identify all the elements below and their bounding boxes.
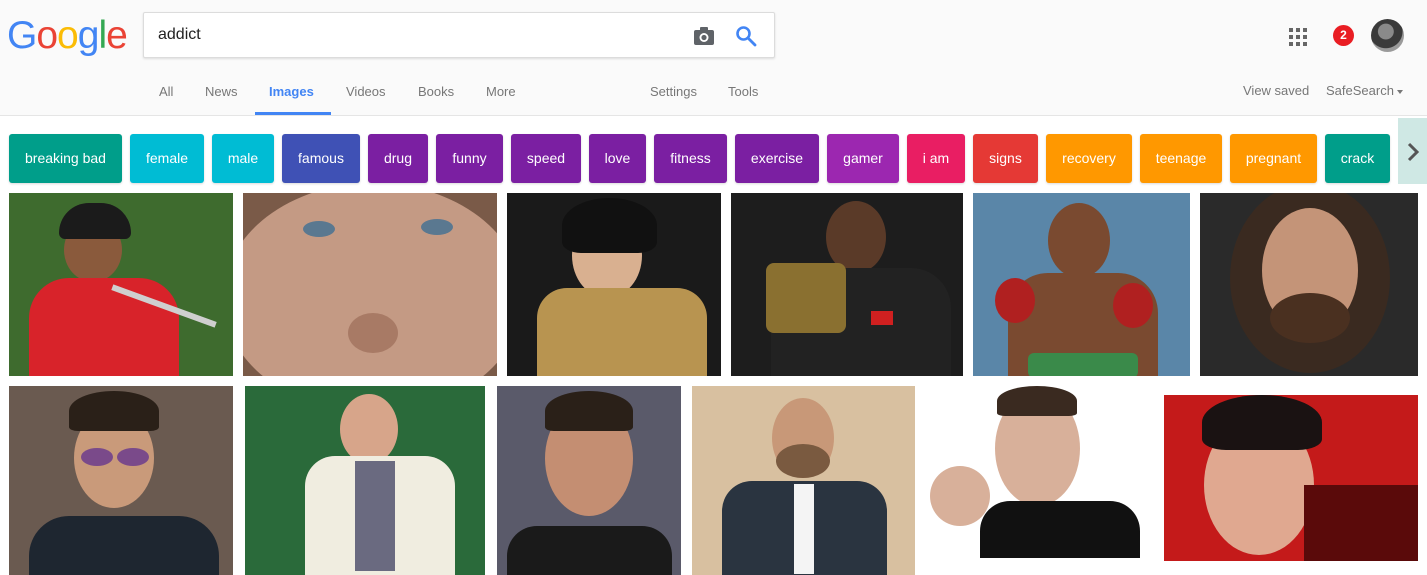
chips-next-button[interactable] bbox=[1398, 118, 1427, 184]
image-result[interactable] bbox=[9, 193, 233, 376]
image-result[interactable] bbox=[925, 386, 1153, 558]
image-subject bbox=[507, 526, 672, 575]
image-result[interactable] bbox=[1200, 193, 1418, 376]
image-subject bbox=[1048, 203, 1110, 278]
chevron-right-icon bbox=[1407, 142, 1420, 162]
image-result[interactable] bbox=[245, 386, 485, 575]
image-subject bbox=[348, 313, 398, 353]
logo-letter: e bbox=[106, 14, 128, 57]
image-subject bbox=[794, 484, 814, 574]
image-subject bbox=[997, 386, 1077, 416]
tab-images[interactable]: Images bbox=[269, 84, 314, 99]
search-icon[interactable] bbox=[734, 24, 758, 48]
image-subject bbox=[980, 501, 1140, 558]
view-saved-link[interactable]: View saved bbox=[1243, 83, 1309, 98]
chip[interactable]: exercise bbox=[735, 134, 819, 183]
logo-letter: G bbox=[7, 14, 37, 57]
chevron-down-icon bbox=[1396, 89, 1403, 94]
chip[interactable]: fitness bbox=[654, 134, 727, 183]
chip[interactable]: drug bbox=[368, 134, 428, 183]
chip[interactable]: female bbox=[130, 134, 204, 183]
chip[interactable]: signs bbox=[973, 134, 1038, 183]
image-subject bbox=[59, 203, 131, 239]
image-subject bbox=[537, 288, 707, 376]
google-logo[interactable]: Google bbox=[7, 14, 128, 58]
image-result[interactable] bbox=[692, 386, 915, 575]
chip[interactable]: breaking bad bbox=[9, 134, 122, 183]
image-subject bbox=[81, 448, 113, 466]
image-subject bbox=[29, 516, 219, 575]
top-header: Google 2 All News Images Videos Books Mo… bbox=[0, 0, 1427, 116]
chip[interactable]: pregnant bbox=[1230, 134, 1317, 183]
image-result[interactable] bbox=[243, 193, 497, 376]
search-input[interactable] bbox=[158, 13, 678, 57]
image-subject bbox=[1028, 353, 1138, 376]
active-tab-indicator bbox=[255, 112, 331, 115]
tools-link[interactable]: Tools bbox=[728, 84, 758, 99]
image-subject bbox=[340, 394, 398, 464]
image-subject bbox=[1202, 395, 1322, 450]
image-subject bbox=[766, 263, 846, 333]
chip[interactable]: speed bbox=[511, 134, 581, 183]
image-result[interactable] bbox=[497, 386, 681, 575]
image-subject bbox=[930, 466, 990, 526]
camera-icon[interactable] bbox=[692, 25, 716, 47]
chip[interactable]: teenage bbox=[1140, 134, 1222, 183]
search-box bbox=[143, 12, 775, 58]
image-subject bbox=[117, 448, 149, 466]
chip[interactable]: love bbox=[589, 134, 646, 183]
logo-letter: o bbox=[36, 14, 58, 57]
safesearch-label: SafeSearch bbox=[1326, 83, 1394, 98]
tab-videos[interactable]: Videos bbox=[346, 84, 386, 99]
chip[interactable]: recovery bbox=[1046, 134, 1132, 183]
image-subject bbox=[545, 391, 633, 431]
chip[interactable]: male bbox=[212, 134, 274, 183]
logo-letter: l bbox=[98, 14, 107, 57]
image-result[interactable] bbox=[9, 386, 233, 575]
chip[interactable]: gamer bbox=[827, 134, 899, 183]
chip[interactable]: crack bbox=[1325, 134, 1390, 183]
image-subject bbox=[1270, 293, 1350, 343]
image-subject bbox=[562, 198, 657, 253]
settings-link[interactable]: Settings bbox=[650, 84, 697, 99]
image-subject bbox=[1304, 485, 1418, 561]
image-result[interactable] bbox=[1164, 395, 1418, 561]
tab-more[interactable]: More bbox=[486, 84, 516, 99]
image-result[interactable] bbox=[731, 193, 963, 376]
tab-all[interactable]: All bbox=[159, 84, 173, 99]
image-subject bbox=[29, 278, 179, 376]
chip[interactable]: funny bbox=[436, 134, 503, 183]
image-subject bbox=[421, 219, 453, 235]
image-result[interactable] bbox=[973, 193, 1190, 376]
avatar[interactable] bbox=[1371, 19, 1404, 52]
tab-books[interactable]: Books bbox=[418, 84, 454, 99]
image-subject bbox=[303, 221, 335, 237]
logo-letter: g bbox=[77, 14, 100, 57]
image-subject bbox=[1113, 283, 1153, 328]
image-subject bbox=[995, 278, 1035, 323]
chip[interactable]: famous bbox=[282, 134, 360, 183]
image-subject bbox=[355, 461, 395, 571]
image-subject bbox=[69, 391, 159, 431]
image-subject bbox=[776, 444, 830, 478]
chip[interactable]: i am bbox=[907, 134, 965, 183]
image-subject bbox=[871, 311, 893, 325]
image-result[interactable] bbox=[507, 193, 721, 376]
logo-letter: o bbox=[57, 14, 79, 57]
apps-grid-icon[interactable] bbox=[1287, 26, 1309, 48]
notification-badge[interactable]: 2 bbox=[1333, 25, 1354, 46]
safesearch-menu[interactable]: SafeSearch bbox=[1326, 83, 1403, 98]
tab-news[interactable]: News bbox=[205, 84, 238, 99]
